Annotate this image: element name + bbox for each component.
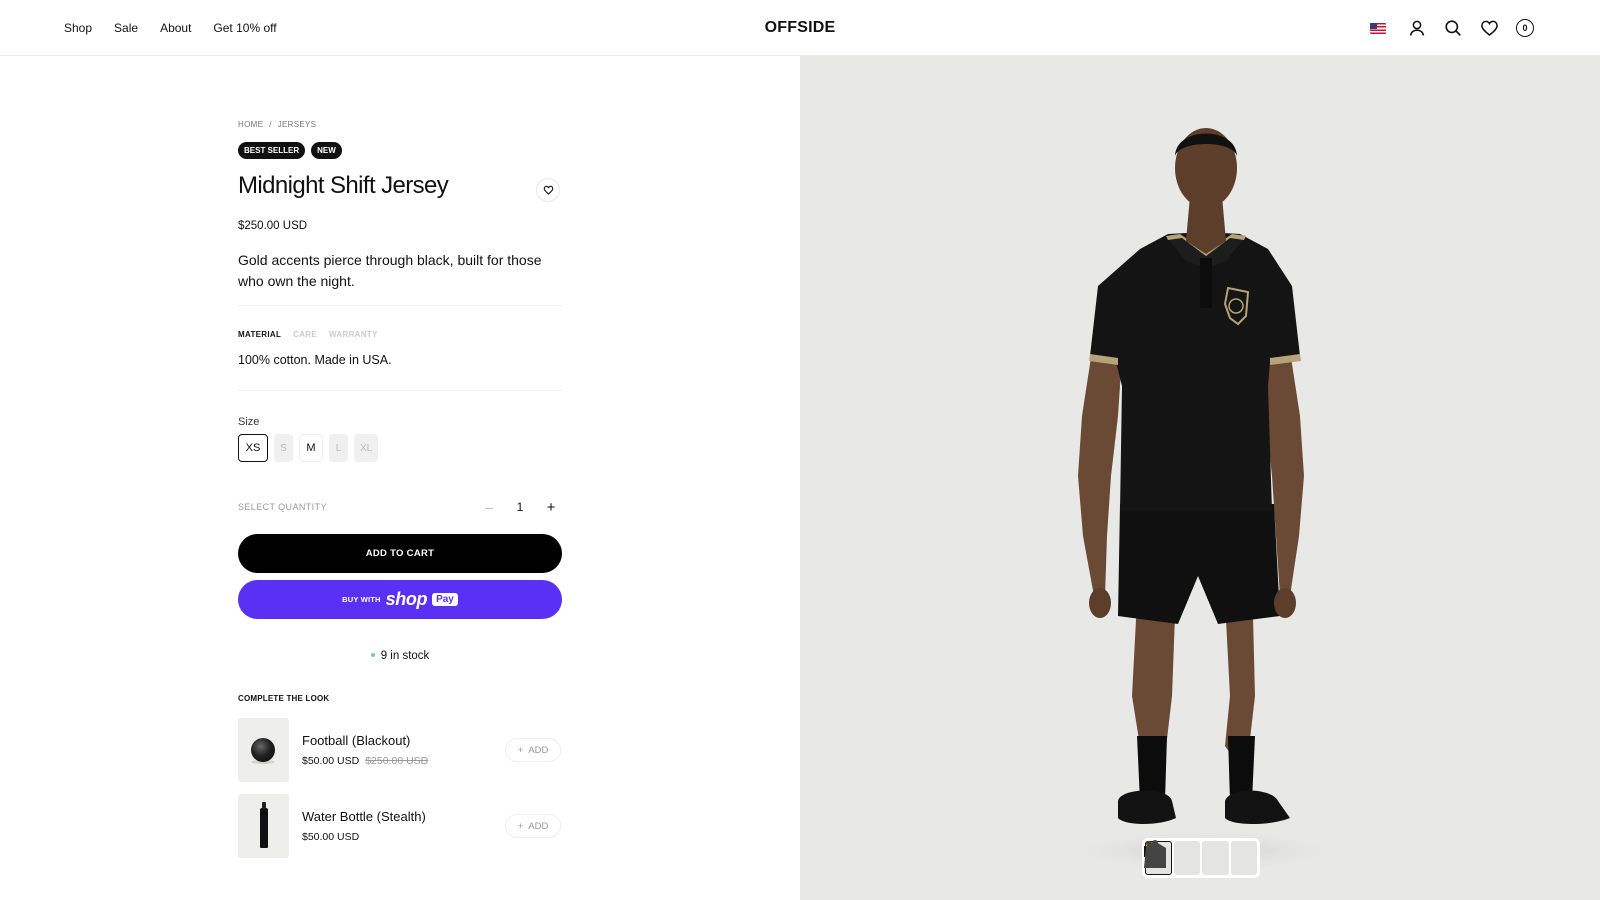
breadcrumb-separator: / (269, 120, 272, 129)
brand-logo[interactable]: OFFSIDE (765, 19, 836, 36)
product-image-panel (800, 56, 1600, 900)
tab-content-material: 100% cotton. Made in USA. (238, 353, 392, 367)
football-thumbnail[interactable] (238, 718, 289, 782)
upsell-item-price: $50.00 USD (302, 755, 360, 767)
heart-icon (543, 185, 553, 195)
divider (238, 305, 562, 306)
plus-icon: + (517, 820, 524, 832)
us-flag-icon (1370, 22, 1386, 34)
size-option-xs[interactable]: XS (238, 434, 268, 462)
plus-icon: + (517, 744, 524, 756)
complete-the-look-heading: COMPLETE THE LOOK (238, 694, 330, 703)
nav-get-discount[interactable]: Get 10% off (213, 21, 276, 35)
size-option-m[interactable]: M (299, 434, 323, 462)
wishlist-heart-icon[interactable] (1478, 17, 1500, 39)
quantity-value[interactable]: 1 (517, 500, 524, 514)
info-tabs: MATERIAL CARE WARRANTY (238, 330, 378, 339)
site-header: Shop Sale About Get 10% off OFFSIDE 0 (0, 0, 1600, 56)
upsell-item-compare-price: $250.00 USD (365, 755, 429, 767)
tab-material[interactable]: MATERIAL (238, 330, 281, 339)
badge-best-seller: BEST SELLER (238, 142, 306, 159)
cart-icon[interactable]: 0 (1514, 17, 1536, 39)
shop-pay-button[interactable]: BUY WITH shop Pay (238, 580, 562, 619)
tab-warranty[interactable]: WARRANTY (329, 330, 378, 339)
badge-new: NEW (311, 142, 342, 159)
gallery-thumbnail-3[interactable] (1145, 840, 1229, 875)
upsell-item-prices: $50.00 USD $250.00 USD (302, 755, 428, 767)
product-model-image (1055, 128, 1355, 873)
upsell-add-button[interactable]: + ADD (505, 738, 561, 762)
quantity-label: SELECT QUANTITY (238, 502, 327, 512)
breadcrumb-home[interactable]: HOME (238, 120, 263, 129)
product-description: Gold accents pierce through black, built… (238, 252, 542, 289)
football-image (251, 738, 275, 762)
upsell-item-name[interactable]: Football (Blackout) (302, 733, 410, 748)
quantity-increase-button[interactable]: + (544, 499, 558, 516)
nav-sale[interactable]: Sale (114, 21, 138, 35)
size-selector: XS S M L XL (238, 434, 379, 462)
breadcrumb-jerseys[interactable]: JERSEYS (278, 120, 317, 129)
quantity-decrease-button[interactable]: – (482, 499, 496, 515)
upsell-item: Water Bottle (Stealth) $50.00 USD + ADD (238, 794, 562, 858)
product-price: $250.00 USD (238, 220, 308, 232)
size-option-s[interactable]: S (274, 434, 293, 462)
upsell-add-label: ADD (528, 744, 549, 756)
search-icon[interactable] (1442, 17, 1464, 39)
upsell-item-price: $50.00 USD (302, 831, 360, 843)
divider (238, 390, 562, 391)
upsell-item: Football (Blackout) $50.00 USD $250.00 US… (238, 718, 562, 782)
size-label: Size (238, 416, 260, 428)
shop-pay-buy-with-label: BUY WITH (342, 595, 381, 604)
upsell-add-button[interactable]: + ADD (505, 814, 561, 838)
nav-shop[interactable]: Shop (64, 21, 92, 35)
country-selector[interactable] (1370, 17, 1392, 39)
tab-care[interactable]: CARE (293, 330, 317, 339)
product-title: Midnight Shift Jersey (238, 172, 449, 199)
stock-status: 9 in stock (238, 650, 562, 662)
shop-pay-logo: shop (385, 589, 428, 609)
size-option-l[interactable]: L (329, 434, 348, 462)
quantity-stepper: – 1 + (478, 494, 562, 520)
size-option-xl[interactable]: XL (354, 434, 379, 462)
nav-about[interactable]: About (160, 21, 191, 35)
header-actions: 0 (1370, 0, 1536, 56)
upsell-item-name[interactable]: Water Bottle (Stealth) (302, 809, 426, 824)
stock-dot-icon (370, 652, 375, 657)
add-to-cart-button[interactable]: ADD TO CART (238, 534, 562, 573)
cart-count: 0 (1516, 19, 1534, 37)
gallery-thumbnail-4[interactable] (1144, 841, 1257, 875)
image-gallery-thumbnails (1142, 838, 1260, 878)
account-icon[interactable] (1406, 17, 1428, 39)
upsell-add-label: ADD (528, 820, 549, 832)
upsell-item-prices: $50.00 USD (302, 831, 359, 843)
water-bottle-image (260, 802, 268, 848)
water-bottle-thumbnail[interactable] (238, 794, 289, 858)
shop-pay-pay-tag: Pay (432, 593, 458, 606)
breadcrumb: HOME / JERSEYS (238, 120, 316, 129)
product-badges: BEST SELLER NEW (238, 142, 342, 159)
stock-text: 9 in stock (380, 650, 430, 662)
add-to-wishlist-button[interactable] (536, 178, 560, 202)
main-nav: Shop Sale About Get 10% off (64, 0, 277, 56)
gallery-thumbnail-2[interactable] (1146, 841, 1201, 875)
